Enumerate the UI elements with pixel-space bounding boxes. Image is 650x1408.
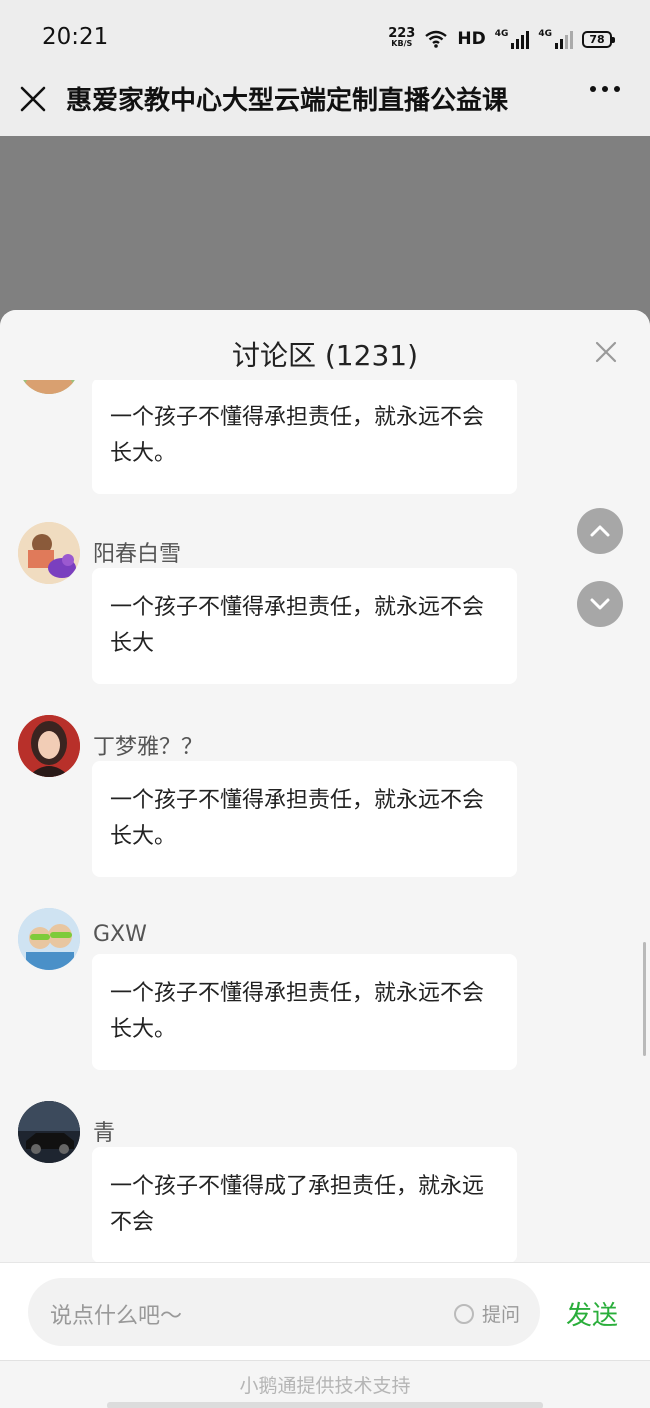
message-bubble: 一个孩子不懂得承担责任，就永远不会长大。 xyxy=(92,378,517,494)
avatar[interactable] xyxy=(18,908,80,970)
signal-label: 4G xyxy=(538,29,552,39)
avatar[interactable] xyxy=(18,522,80,584)
close-icon[interactable] xyxy=(594,340,618,364)
message-bubble: 一个孩子不懂得承担责任，就永远不会长大 xyxy=(92,568,517,684)
ask-question-toggle[interactable]: 提问 xyxy=(453,1300,520,1327)
scroll-up-button[interactable] xyxy=(577,508,623,554)
chevron-down-icon xyxy=(590,598,610,610)
comment-placeholder: 说点什么吧～ xyxy=(50,1304,183,1329)
wifi-icon xyxy=(425,30,448,48)
scroll-down-button[interactable] xyxy=(577,581,623,627)
username: 阳春白雪 xyxy=(93,542,182,567)
comment-input[interactable]: 说点什么吧～ 提问 xyxy=(28,1278,540,1346)
page-title: 惠爱家教中心大型云端定制直播公益课 xyxy=(66,86,509,116)
radio-icon[interactable] xyxy=(453,1303,474,1324)
discussion-title: 讨论区 (1231) xyxy=(231,339,418,372)
avatar[interactable] xyxy=(18,1101,80,1163)
status-bar: 20:21 223 KB/S HD 4G 4G 78 xyxy=(0,0,650,76)
net-speed-unit: KB/S xyxy=(391,39,413,48)
message-bubble: 一个孩子不懂得成了承担责任，就永远不会 xyxy=(92,1147,517,1262)
divider xyxy=(107,1402,543,1408)
chevron-up-icon xyxy=(590,525,610,537)
status-icons: 223 KB/S HD 4G 4G 78 xyxy=(388,26,615,52)
status-time: 20:21 xyxy=(42,24,109,50)
signal-icon: 4G xyxy=(538,29,573,49)
more-options-icon[interactable] xyxy=(590,86,620,92)
battery-icon: 78 xyxy=(582,30,615,48)
message-bubble: 一个孩子不懂得承担责任，就永远不会长大。 xyxy=(92,761,517,877)
username: GXW xyxy=(93,922,147,947)
video-player[interactable] xyxy=(0,136,650,336)
scrollbar[interactable] xyxy=(643,942,646,1056)
comment-input-bar: 说点什么吧～ 提问 发送 xyxy=(0,1262,650,1360)
close-icon[interactable] xyxy=(18,84,48,114)
signal-icon: 4G xyxy=(495,29,530,49)
net-speed-indicator: 223 KB/S xyxy=(388,26,416,49)
net-speed-value: 223 xyxy=(388,26,416,41)
discussion-panel: 一个孩子不懂得承担责任，就永远不会长大。 阳春白雪 一个孩子不懂得承担责任，就永… xyxy=(0,310,650,1408)
ask-label: 提问 xyxy=(481,1304,520,1326)
message-list[interactable]: 一个孩子不懂得承担责任，就永远不会长大。 阳春白雪 一个孩子不懂得承担责任，就永… xyxy=(0,310,650,1262)
username: 青 xyxy=(93,1121,116,1146)
title-bar: 惠爱家教中心大型云端定制直播公益课 xyxy=(0,76,650,136)
footer: 小鹅通提供技术支持 xyxy=(0,1360,650,1408)
discussion-header: 讨论区 (1231) xyxy=(0,310,650,380)
avatar[interactable] xyxy=(18,715,80,777)
hd-indicator: HD xyxy=(457,29,486,49)
message-bubble: 一个孩子不懂得承担责任，就永远不会长大。 xyxy=(92,954,517,1070)
battery-level: 78 xyxy=(589,32,605,46)
username: 丁梦雅？？ xyxy=(93,735,204,760)
send-button[interactable]: 发送 xyxy=(566,1295,618,1332)
signal-label: 4G xyxy=(494,29,509,39)
tech-support-text: 小鹅通提供技术支持 xyxy=(239,1375,411,1397)
